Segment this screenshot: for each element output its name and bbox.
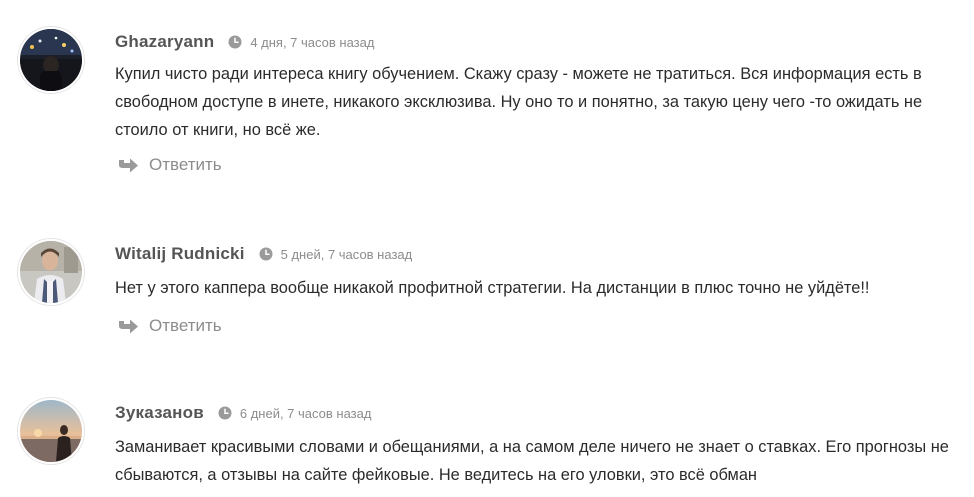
comment-text: Заманивает красивыми словами и обещаниям… (115, 438, 949, 484)
comment-meta: Witalij Rudnicki 5 дней, 7 часов назад (115, 242, 412, 266)
comment-meta: Ghazaryann 4 дня, 7 часов назад (115, 30, 374, 54)
comment-date[interactable]: 4 дня, 7 часов назад (250, 35, 374, 50)
reply-label: Ответить (149, 316, 222, 335)
avatar[interactable] (18, 398, 84, 464)
comment-date[interactable]: 6 дней, 7 часов назад (240, 406, 372, 421)
avatar[interactable] (18, 239, 84, 305)
comment-text: Купил чисто ради интереса книгу обучение… (115, 65, 923, 139)
reply-arrow-icon (117, 317, 139, 335)
avatar-photo-night-city (20, 29, 82, 91)
clock-icon (259, 247, 273, 261)
reply-arrow-icon (117, 156, 139, 174)
reply-button[interactable]: Ответить (117, 316, 222, 336)
clock-icon (228, 35, 242, 49)
avatar-photo-sunset-beach (20, 400, 82, 462)
comment-author[interactable]: Witalij Rudnicki (115, 244, 245, 264)
avatar-photo-man-portrait (20, 241, 82, 303)
comment-author[interactable]: Зуказанов (115, 403, 204, 423)
comment-meta: Зуказанов 6 дней, 7 часов назад (115, 401, 371, 425)
comment-date[interactable]: 5 дней, 7 часов назад (281, 247, 413, 262)
comment-author[interactable]: Ghazaryann (115, 32, 214, 52)
avatar[interactable] (18, 27, 84, 93)
reply-button[interactable]: Ответить (117, 155, 222, 175)
clock-icon (218, 406, 232, 420)
comment-text: Нет у этого каппера вообще никакой профи… (115, 279, 870, 297)
reply-label: Ответить (149, 155, 222, 174)
